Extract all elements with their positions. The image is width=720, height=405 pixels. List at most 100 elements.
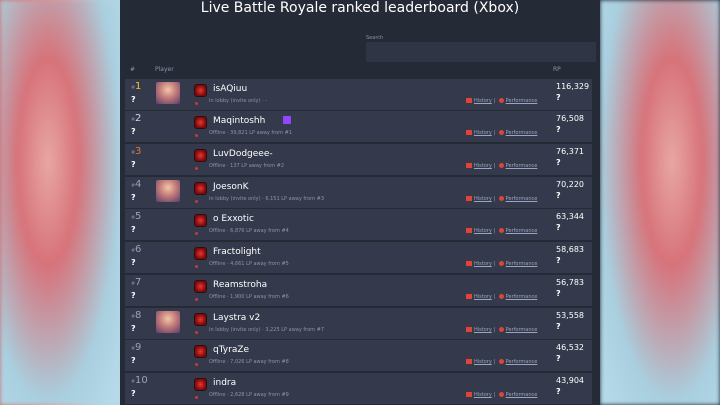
- rp-unknown: ?: [556, 322, 561, 331]
- history-link[interactable]: History: [474, 228, 492, 234]
- player-status: In lobby (invite only) · 3,225 LP away f…: [209, 327, 325, 333]
- performance-icon: [498, 327, 504, 332]
- row-links: History | Performance: [466, 130, 537, 136]
- search-input[interactable]: [366, 42, 596, 62]
- player-name[interactable]: Laystra v2: [213, 313, 260, 323]
- table-row[interactable]: # 1 ? isAQiuu In lobby (invite only) · -…: [125, 79, 592, 110]
- status-dot-icon: [195, 102, 198, 105]
- rp-value: 76,371: [556, 147, 584, 156]
- history-link[interactable]: History: [474, 359, 492, 365]
- player-status: In lobby (invite only) · -: [209, 98, 268, 104]
- performance-link[interactable]: Performance: [506, 163, 538, 169]
- table-row[interactable]: # 9 ? qTyraZe Offline · 7,026 LP away fr…: [125, 340, 592, 371]
- rp-value: 43,904: [556, 376, 584, 385]
- status-dot-icon: [195, 200, 198, 203]
- row-links: History | Performance: [466, 98, 537, 104]
- rp-value: 116,329: [556, 82, 590, 91]
- history-icon: [466, 261, 472, 266]
- player-name[interactable]: indra: [213, 378, 236, 388]
- player-name[interactable]: LuvDodgeee-: [213, 149, 273, 159]
- table-row[interactable]: # 3 ? LuvDodgeee- Offline · 137 LP away …: [125, 144, 592, 175]
- history-link[interactable]: History: [474, 392, 492, 398]
- rp-unknown: ?: [556, 354, 561, 363]
- performance-link[interactable]: Performance: [506, 130, 538, 136]
- performance-link[interactable]: Performance: [506, 228, 538, 234]
- player-name[interactable]: Reamstroha: [213, 280, 267, 290]
- search-label: Search: [366, 35, 384, 41]
- performance-icon: [498, 261, 504, 266]
- rank-number: 9: [135, 342, 142, 353]
- performance-link[interactable]: Performance: [506, 327, 538, 333]
- history-link[interactable]: History: [474, 327, 492, 333]
- rp-unknown: ?: [556, 158, 561, 167]
- row-links: History | Performance: [466, 163, 537, 169]
- avatar: [156, 82, 180, 104]
- performance-icon: [498, 294, 504, 299]
- performance-link[interactable]: Performance: [506, 392, 538, 398]
- table-row[interactable]: # 6 ? Fractolight Offline · 4,661 LP awa…: [125, 242, 592, 273]
- table-row[interactable]: # 10 ? indra Offline · 2,628 LP away fro…: [125, 373, 592, 404]
- status-dot-icon: [195, 134, 198, 137]
- history-link[interactable]: History: [474, 261, 492, 267]
- table-row[interactable]: # 4 ? JoesonK In lobby (invite only) · 6…: [125, 177, 592, 208]
- performance-icon: [498, 163, 504, 168]
- table-row[interactable]: # 5 ? o Exxotic Offline · 6,876 LP away …: [125, 209, 592, 240]
- performance-link[interactable]: Performance: [506, 359, 538, 365]
- rank-badge-icon: [194, 345, 207, 358]
- player-name[interactable]: JoesonK: [213, 182, 249, 192]
- history-icon: [466, 359, 472, 364]
- player-name[interactable]: qTyraZe: [213, 345, 249, 355]
- rank-unknown: ?: [131, 193, 136, 202]
- rp-unknown: ?: [556, 191, 561, 200]
- rp-unknown: ?: [556, 289, 561, 298]
- rp-value: 76,508: [556, 114, 584, 123]
- history-icon: [466, 130, 472, 135]
- rp-unknown: ?: [556, 223, 561, 232]
- history-link[interactable]: History: [474, 98, 492, 104]
- rp-unknown: ?: [556, 256, 561, 265]
- performance-link[interactable]: Performance: [506, 261, 538, 267]
- rp-value: 58,683: [556, 245, 584, 254]
- rank-number: 1: [135, 81, 142, 92]
- history-icon: [466, 294, 472, 299]
- performance-link[interactable]: Performance: [506, 294, 538, 300]
- rp-value: 46,532: [556, 343, 584, 352]
- player-name[interactable]: Fractolight: [213, 247, 261, 257]
- rank-badge-icon: [194, 116, 207, 129]
- rank-badge-icon: [194, 247, 207, 260]
- table-row[interactable]: # 2 ? Maqintoshh Offline · 39,821 LP awa…: [125, 111, 592, 142]
- history-icon: [466, 163, 472, 168]
- history-link[interactable]: History: [474, 294, 492, 300]
- player-status: Offline · 2,628 LP away from #9: [209, 392, 289, 398]
- status-dot-icon: [195, 363, 198, 366]
- table-row[interactable]: # 8 ? Laystra v2 In lobby (invite only) …: [125, 308, 592, 339]
- player-name[interactable]: isAQiuu: [213, 84, 247, 94]
- rp-unknown: ?: [556, 93, 561, 102]
- rank-badge-icon: [194, 280, 207, 293]
- player-name[interactable]: Maqintoshh: [213, 116, 265, 126]
- history-icon: [466, 327, 472, 332]
- rank-unknown: ?: [131, 356, 136, 365]
- status-dot-icon: [195, 232, 198, 235]
- twitch-icon[interactable]: [283, 116, 291, 124]
- rp-unknown: ?: [556, 387, 561, 396]
- avatar: [156, 180, 180, 202]
- history-icon: [466, 392, 472, 397]
- performance-icon: [498, 196, 504, 201]
- history-link[interactable]: History: [474, 163, 492, 169]
- history-link[interactable]: History: [474, 196, 492, 202]
- history-link[interactable]: History: [474, 130, 492, 136]
- background-right: [600, 0, 720, 405]
- row-links: History | Performance: [466, 327, 537, 333]
- history-icon: [466, 98, 472, 103]
- performance-icon: [498, 228, 504, 233]
- performance-link[interactable]: Performance: [506, 196, 538, 202]
- player-name[interactable]: o Exxotic: [213, 214, 254, 224]
- player-status: Offline · 4,661 LP away from #5: [209, 261, 289, 267]
- rank-badge-icon: [194, 149, 207, 162]
- rank-badge-icon: [194, 214, 207, 227]
- table-row[interactable]: # 7 ? Reamstroha Offline · 1,900 LP away…: [125, 275, 592, 306]
- row-links: History | Performance: [466, 392, 537, 398]
- performance-link[interactable]: Performance: [506, 98, 538, 104]
- player-status: Offline · 7,026 LP away from #8: [209, 359, 289, 365]
